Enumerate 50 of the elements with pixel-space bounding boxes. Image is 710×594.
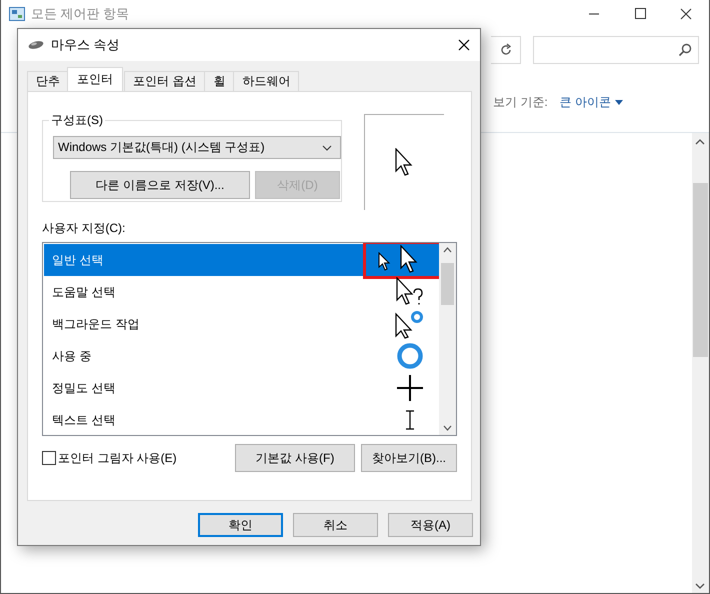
scroll-up-icon[interactable]	[695, 139, 705, 145]
tab[interactable]: 포인터 옵션	[124, 71, 206, 91]
scroll-up-icon[interactable]	[443, 247, 452, 253]
working-cursor-icon	[395, 309, 425, 339]
mouse-icon	[28, 40, 44, 50]
chevron-down-icon	[322, 144, 332, 150]
tab[interactable]: 포인터	[67, 67, 123, 91]
customize-label: 사용자 지정(C):	[42, 220, 126, 237]
ok-button[interactable]: 확인	[198, 513, 283, 537]
control-panel-icon	[9, 7, 25, 21]
dialog-title: 마우스 속성	[51, 36, 120, 54]
list-item[interactable]: 도움말 선택	[44, 276, 439, 308]
save-as-button[interactable]: 다른 이름으로 저장(V)...	[70, 171, 250, 199]
view-by-dropdown[interactable]: 큰 아이콘	[560, 94, 624, 110]
window-title: 모든 제어판 항목	[31, 5, 130, 23]
scheme-label: 구성표(S)	[50, 112, 104, 129]
checkbox[interactable]	[42, 451, 56, 465]
help-cursor-icon	[396, 277, 424, 307]
refresh-icon	[498, 43, 512, 57]
arrow-cursor-icon	[394, 148, 414, 178]
scrollbar[interactable]	[692, 133, 709, 593]
list-item[interactable]: 사용 중	[44, 340, 439, 372]
close-icon[interactable]	[458, 39, 470, 51]
checkbox-label[interactable]: 포인터 그림자 사용(E)	[58, 450, 177, 466]
text-cursor-icon	[405, 410, 415, 430]
list-item[interactable]: 정밀도 선택	[44, 372, 439, 404]
crosshair-cursor-icon	[396, 374, 424, 402]
list-item[interactable]: 일반 선택	[44, 244, 439, 276]
scroll-down-icon[interactable]	[695, 583, 705, 589]
search-icon	[678, 43, 692, 57]
view-by-label: 보기 기준:	[493, 94, 548, 110]
browse-button[interactable]: 찾아보기(B)...	[361, 444, 457, 472]
search-field[interactable]	[533, 36, 699, 64]
cancel-button[interactable]: 취소	[293, 513, 378, 537]
tab[interactable]: 단추	[27, 71, 69, 91]
apply-button[interactable]: 적용(A)	[388, 513, 473, 537]
arrow-cursor-icon	[400, 245, 420, 275]
use-default-button[interactable]: 기본값 사용(F)	[235, 444, 355, 472]
list-item[interactable]: 백그라운드 작업	[44, 308, 439, 340]
list-item[interactable]: 텍스트 선택	[44, 404, 439, 435]
busy-cursor-icon	[396, 342, 424, 370]
mouse-pointer-icon	[378, 252, 391, 272]
refresh-button[interactable]	[491, 36, 521, 64]
caret-icon	[615, 100, 624, 104]
scrollbar-thumb[interactable]	[441, 263, 454, 305]
tab[interactable]: 하드웨어	[233, 71, 300, 91]
scheme-dropdown[interactable]: Windows 기본값(특대) (시스템 구성표)	[53, 136, 341, 159]
scrollbar[interactable]	[439, 243, 456, 435]
scroll-down-icon[interactable]	[443, 425, 452, 431]
scrollbar-thumb[interactable]	[693, 183, 708, 357]
